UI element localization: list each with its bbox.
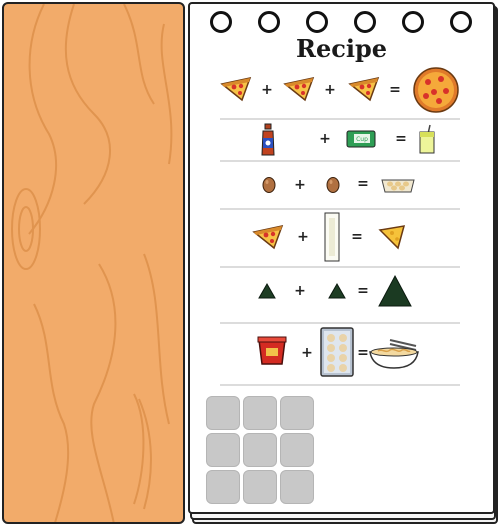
recipe-row: + = <box>220 164 465 204</box>
spiral-ring-icon <box>258 11 280 33</box>
svg-text:Cup: Cup <box>356 136 368 143</box>
row-divider <box>220 266 460 268</box>
recipe-row: + Cup = <box>220 120 465 160</box>
equals-sign: = <box>389 82 401 98</box>
crafting-slot[interactable] <box>280 396 314 430</box>
recipe-row: + + = <box>220 66 465 114</box>
pizza-slice-icon <box>283 76 315 102</box>
large-green-pile-icon <box>378 274 412 307</box>
plus-sign: + <box>319 131 331 147</box>
whole-pizza-icon <box>413 67 459 113</box>
plus-sign: + <box>301 345 313 361</box>
egg-icon <box>262 177 276 193</box>
lemonade-cup-icon <box>419 124 435 154</box>
row-divider <box>220 384 460 386</box>
recipe-row: + = <box>220 270 465 320</box>
egg-icon <box>326 177 340 193</box>
crafting-slot[interactable] <box>280 470 314 504</box>
recipe-row: + = <box>220 210 465 262</box>
small-green-pile-icon <box>258 282 276 299</box>
red-noodle-cup-icon <box>257 336 287 365</box>
equals-sign: = <box>351 229 363 245</box>
crafting-slot[interactable] <box>243 396 277 430</box>
crafting-slot[interactable] <box>280 433 314 467</box>
equals-sign: = <box>357 283 369 299</box>
plus-sign: + <box>324 82 336 98</box>
page-title: Recipe <box>296 34 387 63</box>
dumpling-tray-icon <box>320 327 354 377</box>
spiral-ring-icon <box>210 11 232 33</box>
wood-grain <box>11 4 173 522</box>
plus-sign: + <box>261 82 273 98</box>
plus-sign: + <box>294 177 306 193</box>
wood-board <box>2 2 185 524</box>
spiral-ring-icon <box>306 11 328 33</box>
pizza-slice-icon <box>252 224 284 250</box>
spiral-ring-icon <box>354 11 376 33</box>
row-divider <box>220 322 460 324</box>
cheese-slice-icon <box>378 225 406 250</box>
crafting-slot[interactable] <box>206 433 240 467</box>
crafting-slot[interactable] <box>206 470 240 504</box>
egg-carton-icon <box>381 179 415 193</box>
spiral-ring-icon <box>450 11 472 33</box>
pizza-slice-icon <box>348 76 380 102</box>
green-can-icon: Cup <box>346 130 376 148</box>
noodle-bowl-icon <box>369 339 419 369</box>
pizza-slice-icon <box>220 76 252 102</box>
crafting-slot[interactable] <box>243 433 277 467</box>
plus-sign: + <box>294 283 306 299</box>
milk-glass-icon <box>324 212 340 262</box>
equals-sign: = <box>395 131 407 147</box>
crafting-grid <box>206 396 318 508</box>
row-divider <box>220 160 460 162</box>
recipe-notebook: Recipe + + = + Cup = + = + = + = + = <box>188 2 495 514</box>
soda-bottle-icon <box>261 123 275 156</box>
equals-sign: = <box>357 176 369 192</box>
crafting-slot[interactable] <box>206 396 240 430</box>
crafting-slot[interactable] <box>243 470 277 504</box>
recipe-row: + = <box>220 326 465 382</box>
small-green-pile-icon <box>328 282 346 299</box>
spiral-ring-icon <box>402 11 424 33</box>
plus-sign: + <box>297 229 309 245</box>
